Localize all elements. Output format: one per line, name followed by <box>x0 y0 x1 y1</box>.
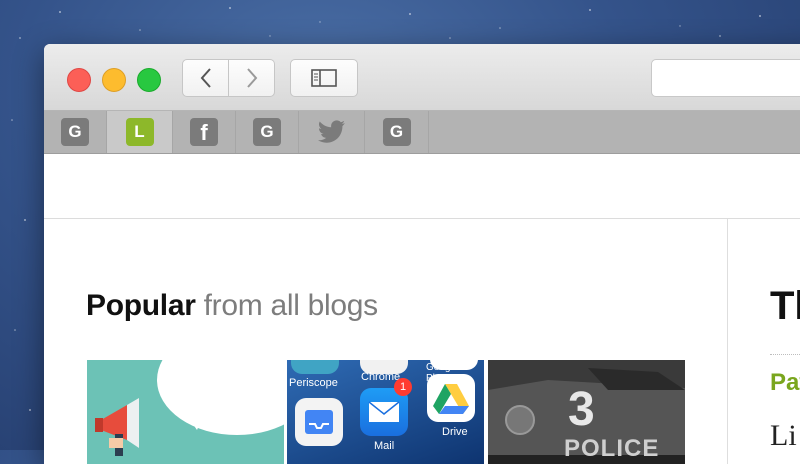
right-sidebar: Th Pat Li <box>728 219 800 464</box>
browser-window: G L f G G Popular from all blogs Perisco… <box>44 44 800 464</box>
inbox-app-icon <box>295 398 343 446</box>
favorite-gmail-2[interactable]: G <box>236 111 299 153</box>
gmail-g-icon: G <box>61 118 89 146</box>
app-label-drive: Drive <box>442 426 468 438</box>
popular-heading-rest: from all blogs <box>203 289 379 322</box>
sidebar-icon <box>311 69 337 87</box>
favorite-gmail-3[interactable]: G <box>365 111 429 153</box>
article-thumbnail-police[interactable]: 3 POLICE <box>488 360 685 464</box>
right-body-text: Li <box>770 419 797 452</box>
mail-badge: 1 <box>394 378 412 396</box>
gmail-g-icon: G <box>382 118 411 146</box>
periscope-app-icon <box>291 360 339 374</box>
popular-section: Popular from all blogs Periscope Chrome … <box>44 219 728 464</box>
article-thumbnail-ios[interactable]: Periscope Chrome Google Photos 1 Mail Dr… <box>287 360 484 464</box>
megaphone-illustration <box>95 360 284 456</box>
back-button[interactable] <box>182 59 229 97</box>
site-header <box>44 154 800 219</box>
police-car-number: 3 <box>568 383 595 436</box>
drive-app-icon <box>427 374 475 422</box>
police-car-text: POLICE <box>564 435 660 462</box>
forward-button[interactable] <box>229 59 275 97</box>
close-window-button[interactable] <box>67 68 91 92</box>
favorite-twitter[interactable] <box>299 111 365 153</box>
app-label-chrome: Chrome <box>361 371 401 383</box>
favorite-facebook[interactable]: f <box>173 111 236 153</box>
twitter-bird-icon <box>317 120 345 143</box>
browser-toolbar <box>44 44 800 111</box>
app-label-mail: Mail <box>374 440 395 452</box>
right-author-link[interactable]: Pat <box>770 369 800 397</box>
article-thumbnail-megaphone[interactable] <box>87 360 284 464</box>
gmail-g-icon: G <box>253 118 281 146</box>
address-bar[interactable] <box>651 59 800 97</box>
facebook-icon: f <box>190 118 218 146</box>
chevron-left-icon <box>200 68 211 88</box>
minimize-window-button[interactable] <box>102 68 126 92</box>
favorite-lifehacker[interactable]: L <box>107 111 173 153</box>
chevron-right-icon <box>246 68 257 88</box>
zoom-window-button[interactable] <box>137 68 161 92</box>
lifehacker-l-icon: L <box>125 118 154 146</box>
favorites-bar: G L f G G <box>44 111 800 154</box>
popular-heading-bold: Popular <box>86 289 196 322</box>
inbox-icon <box>305 410 333 434</box>
right-divider <box>770 354 800 355</box>
popular-heading: Popular from all blogs <box>86 289 378 323</box>
sidebar-toggle-button[interactable] <box>290 59 358 97</box>
drive-icon <box>433 384 469 414</box>
app-label-periscope: Periscope <box>289 377 338 389</box>
favorite-gmail-1[interactable]: G <box>44 111 107 153</box>
right-sidebar-title: Th <box>770 284 800 328</box>
